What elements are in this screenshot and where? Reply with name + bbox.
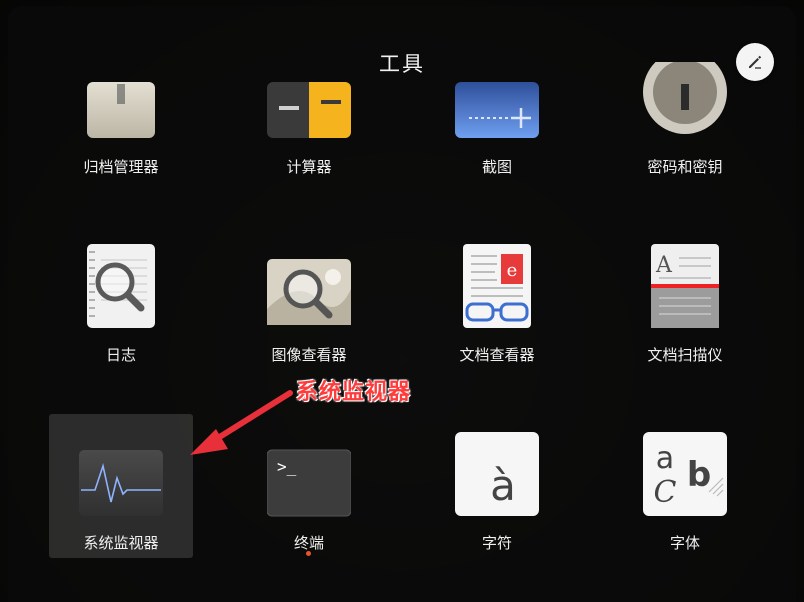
annotation-label: 系统监视器 (296, 380, 412, 405)
annotation-arrow (190, 390, 293, 455)
